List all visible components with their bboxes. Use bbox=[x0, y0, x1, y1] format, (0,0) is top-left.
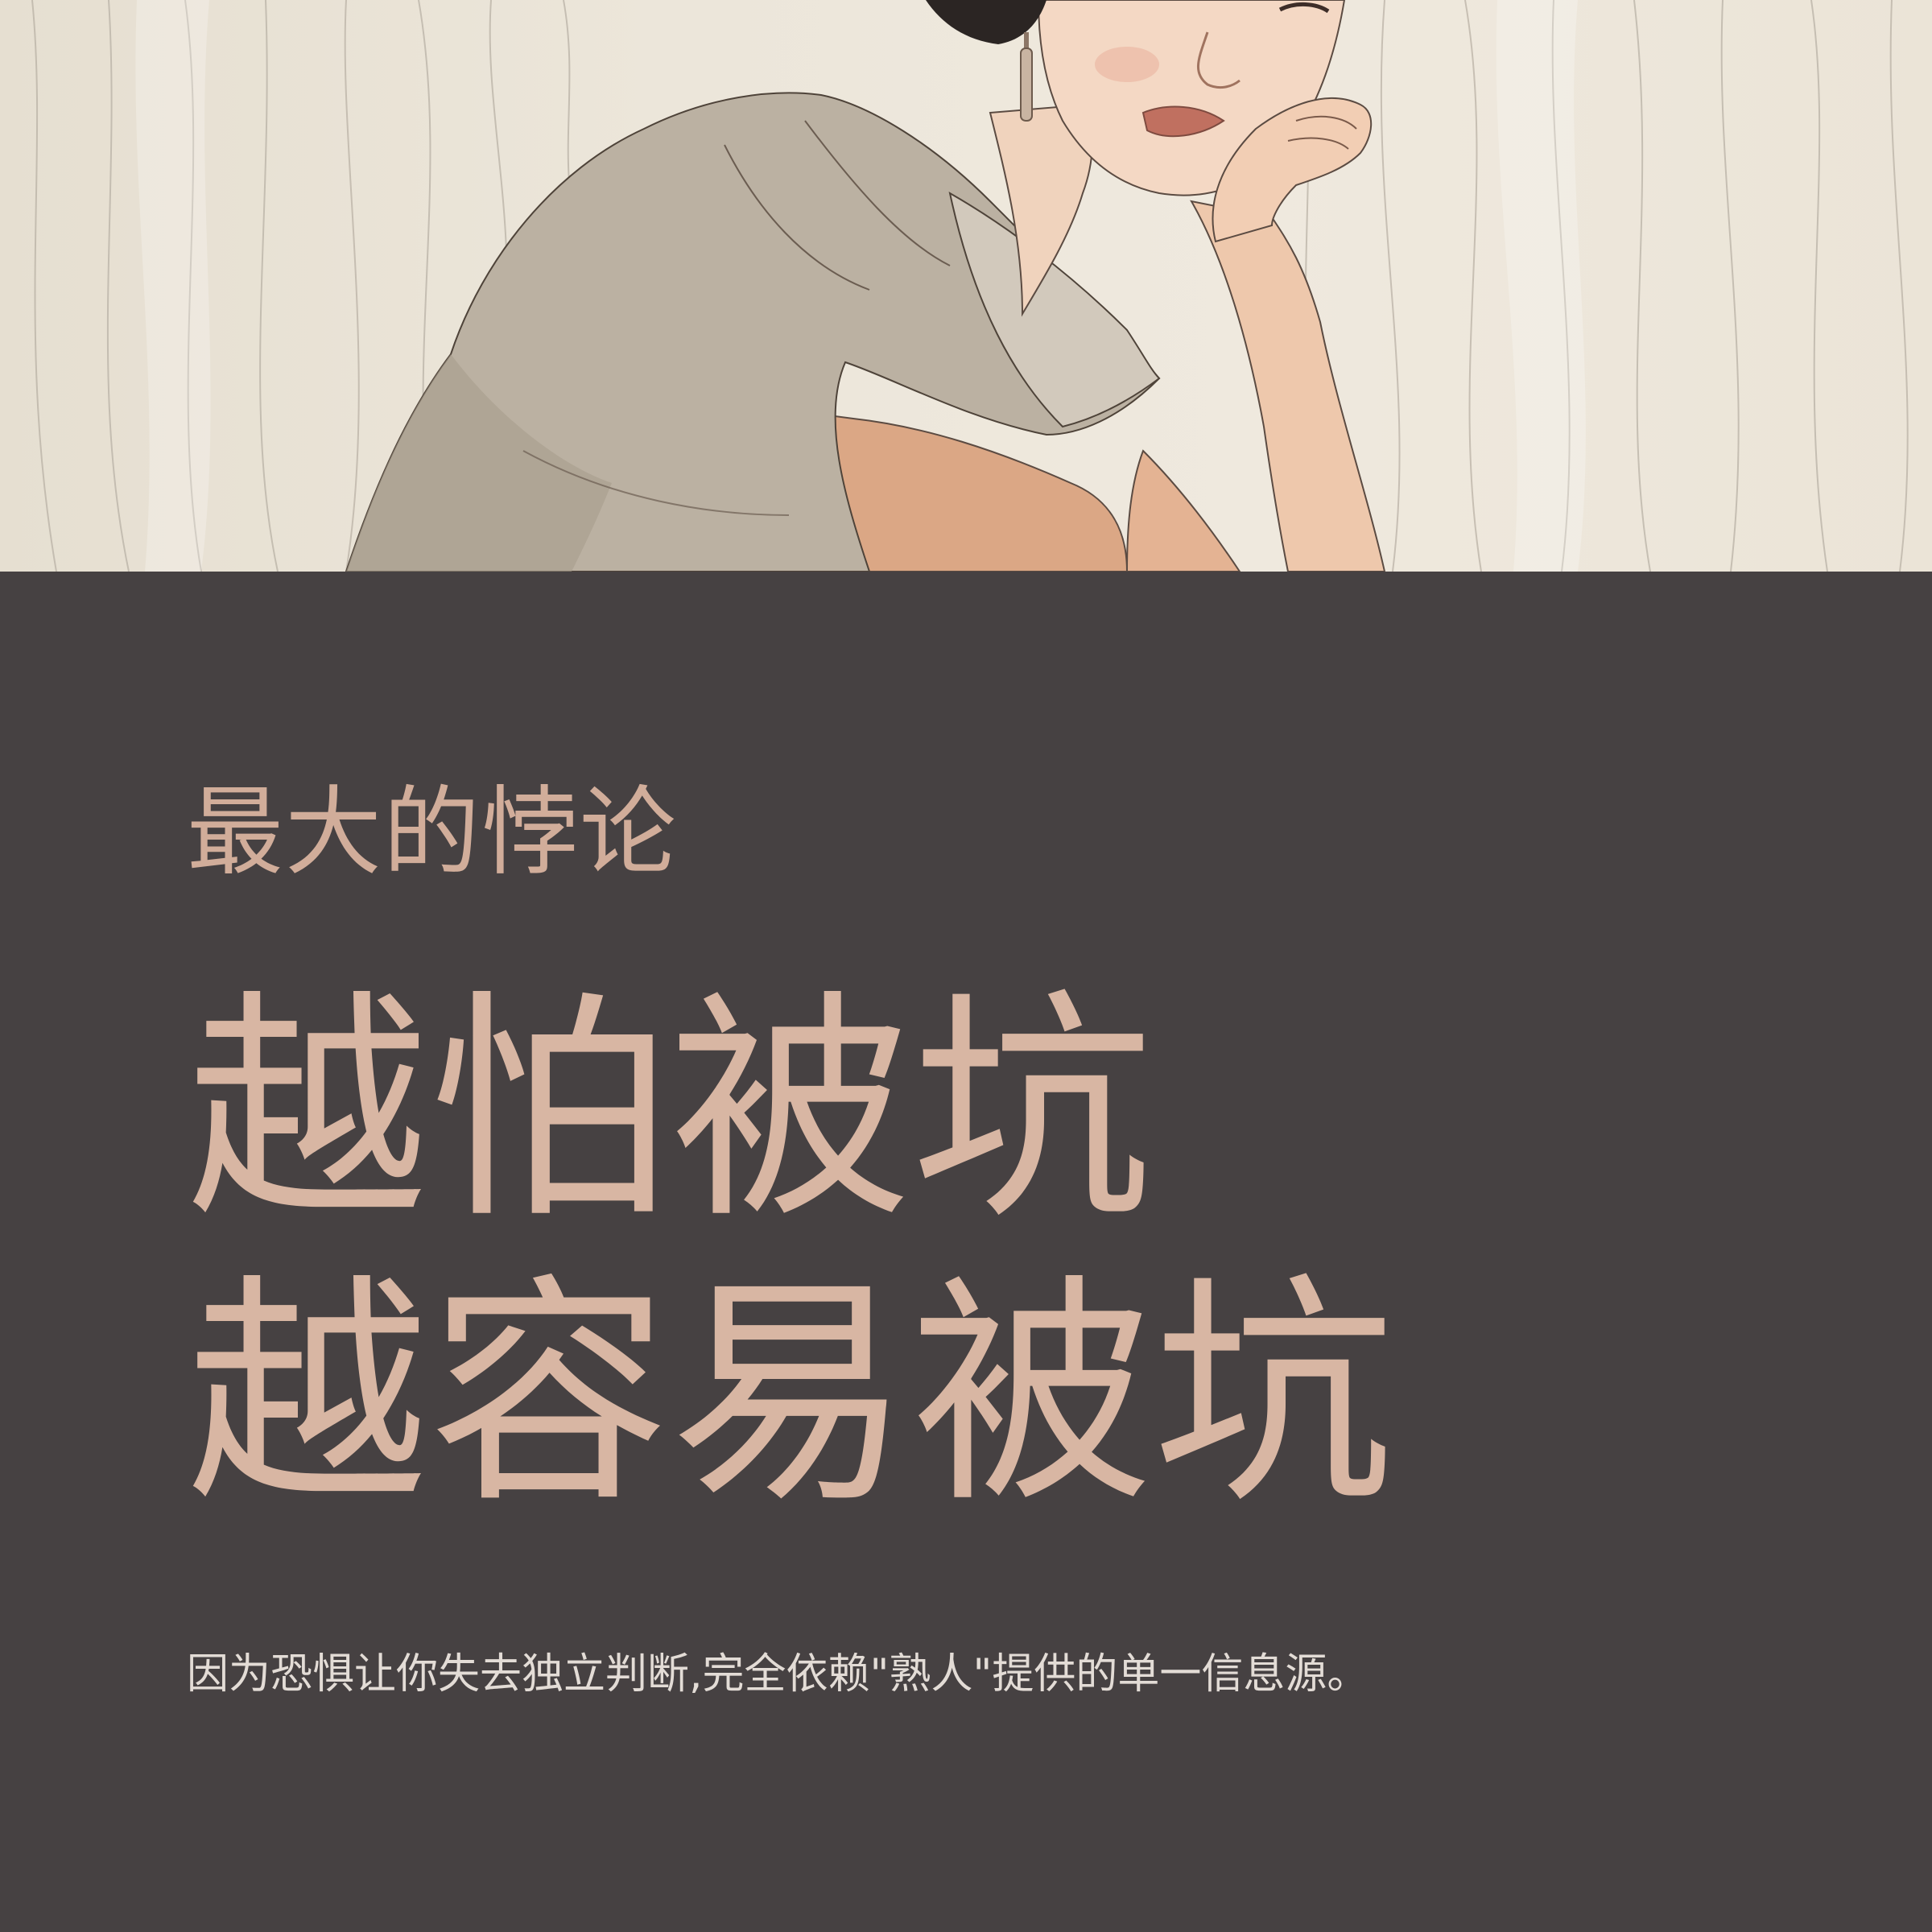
woman-illustration bbox=[0, 0, 1932, 572]
subtitle-text: 因为恐惧让你失去独立判断,完全依赖"熟人"提供的单一信息源。 bbox=[187, 1650, 1369, 1699]
headline-line-1: 越怕被坑 bbox=[187, 970, 1153, 1251]
headline-line-2: 越容易被坑 bbox=[187, 1254, 1394, 1535]
illustration-svg bbox=[31, 0, 1909, 572]
poster: 最大的悖论 越怕被坑 越容易被坑 因为恐惧让你失去独立判断,完全依赖"熟人"提供… bbox=[0, 0, 1932, 1932]
kicker-text: 最大的悖论 bbox=[187, 777, 678, 889]
